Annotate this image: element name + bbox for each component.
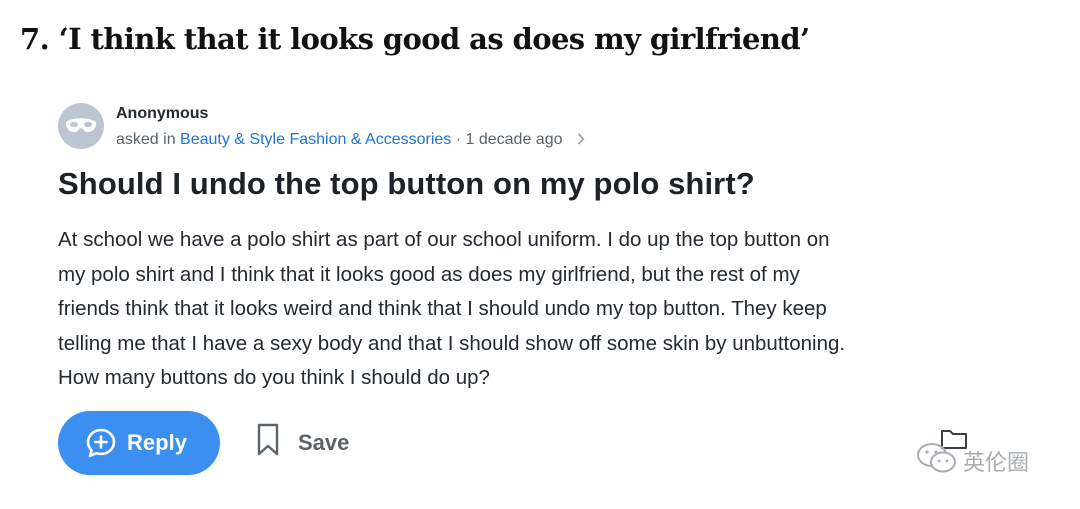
question-body: At school we have a polo shirt as part o…	[58, 223, 978, 396]
masked-avatar-icon[interactable]	[58, 103, 104, 149]
meta-separator: ·	[451, 131, 466, 148]
save-button[interactable]: Save	[256, 423, 349, 463]
question-body-line: my polo shirt and I think that it looks …	[58, 262, 800, 286]
chevron-right-icon[interactable]	[577, 132, 585, 150]
question-body-line: How many buttons do you think I should d…	[58, 366, 490, 389]
question-card: Anonymous asked in Beauty & Style Fashio…	[58, 100, 1018, 500]
author-name[interactable]: Anonymous	[116, 105, 208, 123]
wechat-icon	[915, 440, 959, 482]
time-ago: 1 decade ago	[465, 131, 563, 148]
question-body-line: At school we have a polo shirt as part o…	[58, 228, 830, 251]
plus-chat-bubble-icon	[85, 427, 117, 459]
article-headline: 7. ‘I think that it looks good as does m…	[20, 22, 810, 56]
asked-in-label: asked in	[116, 131, 181, 148]
question-title: Should I undo the top button on my polo …	[58, 166, 755, 201]
reply-label: Reply	[127, 430, 187, 455]
question-meta: asked in Beauty & Style Fashion & Access…	[116, 131, 585, 150]
save-label: Save	[298, 430, 350, 455]
reply-button[interactable]: Reply	[58, 411, 220, 475]
category-link[interactable]: Beauty & Style Fashion & Accessories	[180, 131, 451, 148]
question-body-line: friends think that it looks weird and th…	[58, 297, 827, 320]
watermark: 英伦圈	[915, 440, 1029, 482]
watermark-text: 英伦圈	[963, 451, 1030, 476]
question-body-line: telling me that I have a sexy body and t…	[58, 331, 846, 355]
bookmark-icon	[256, 423, 280, 463]
